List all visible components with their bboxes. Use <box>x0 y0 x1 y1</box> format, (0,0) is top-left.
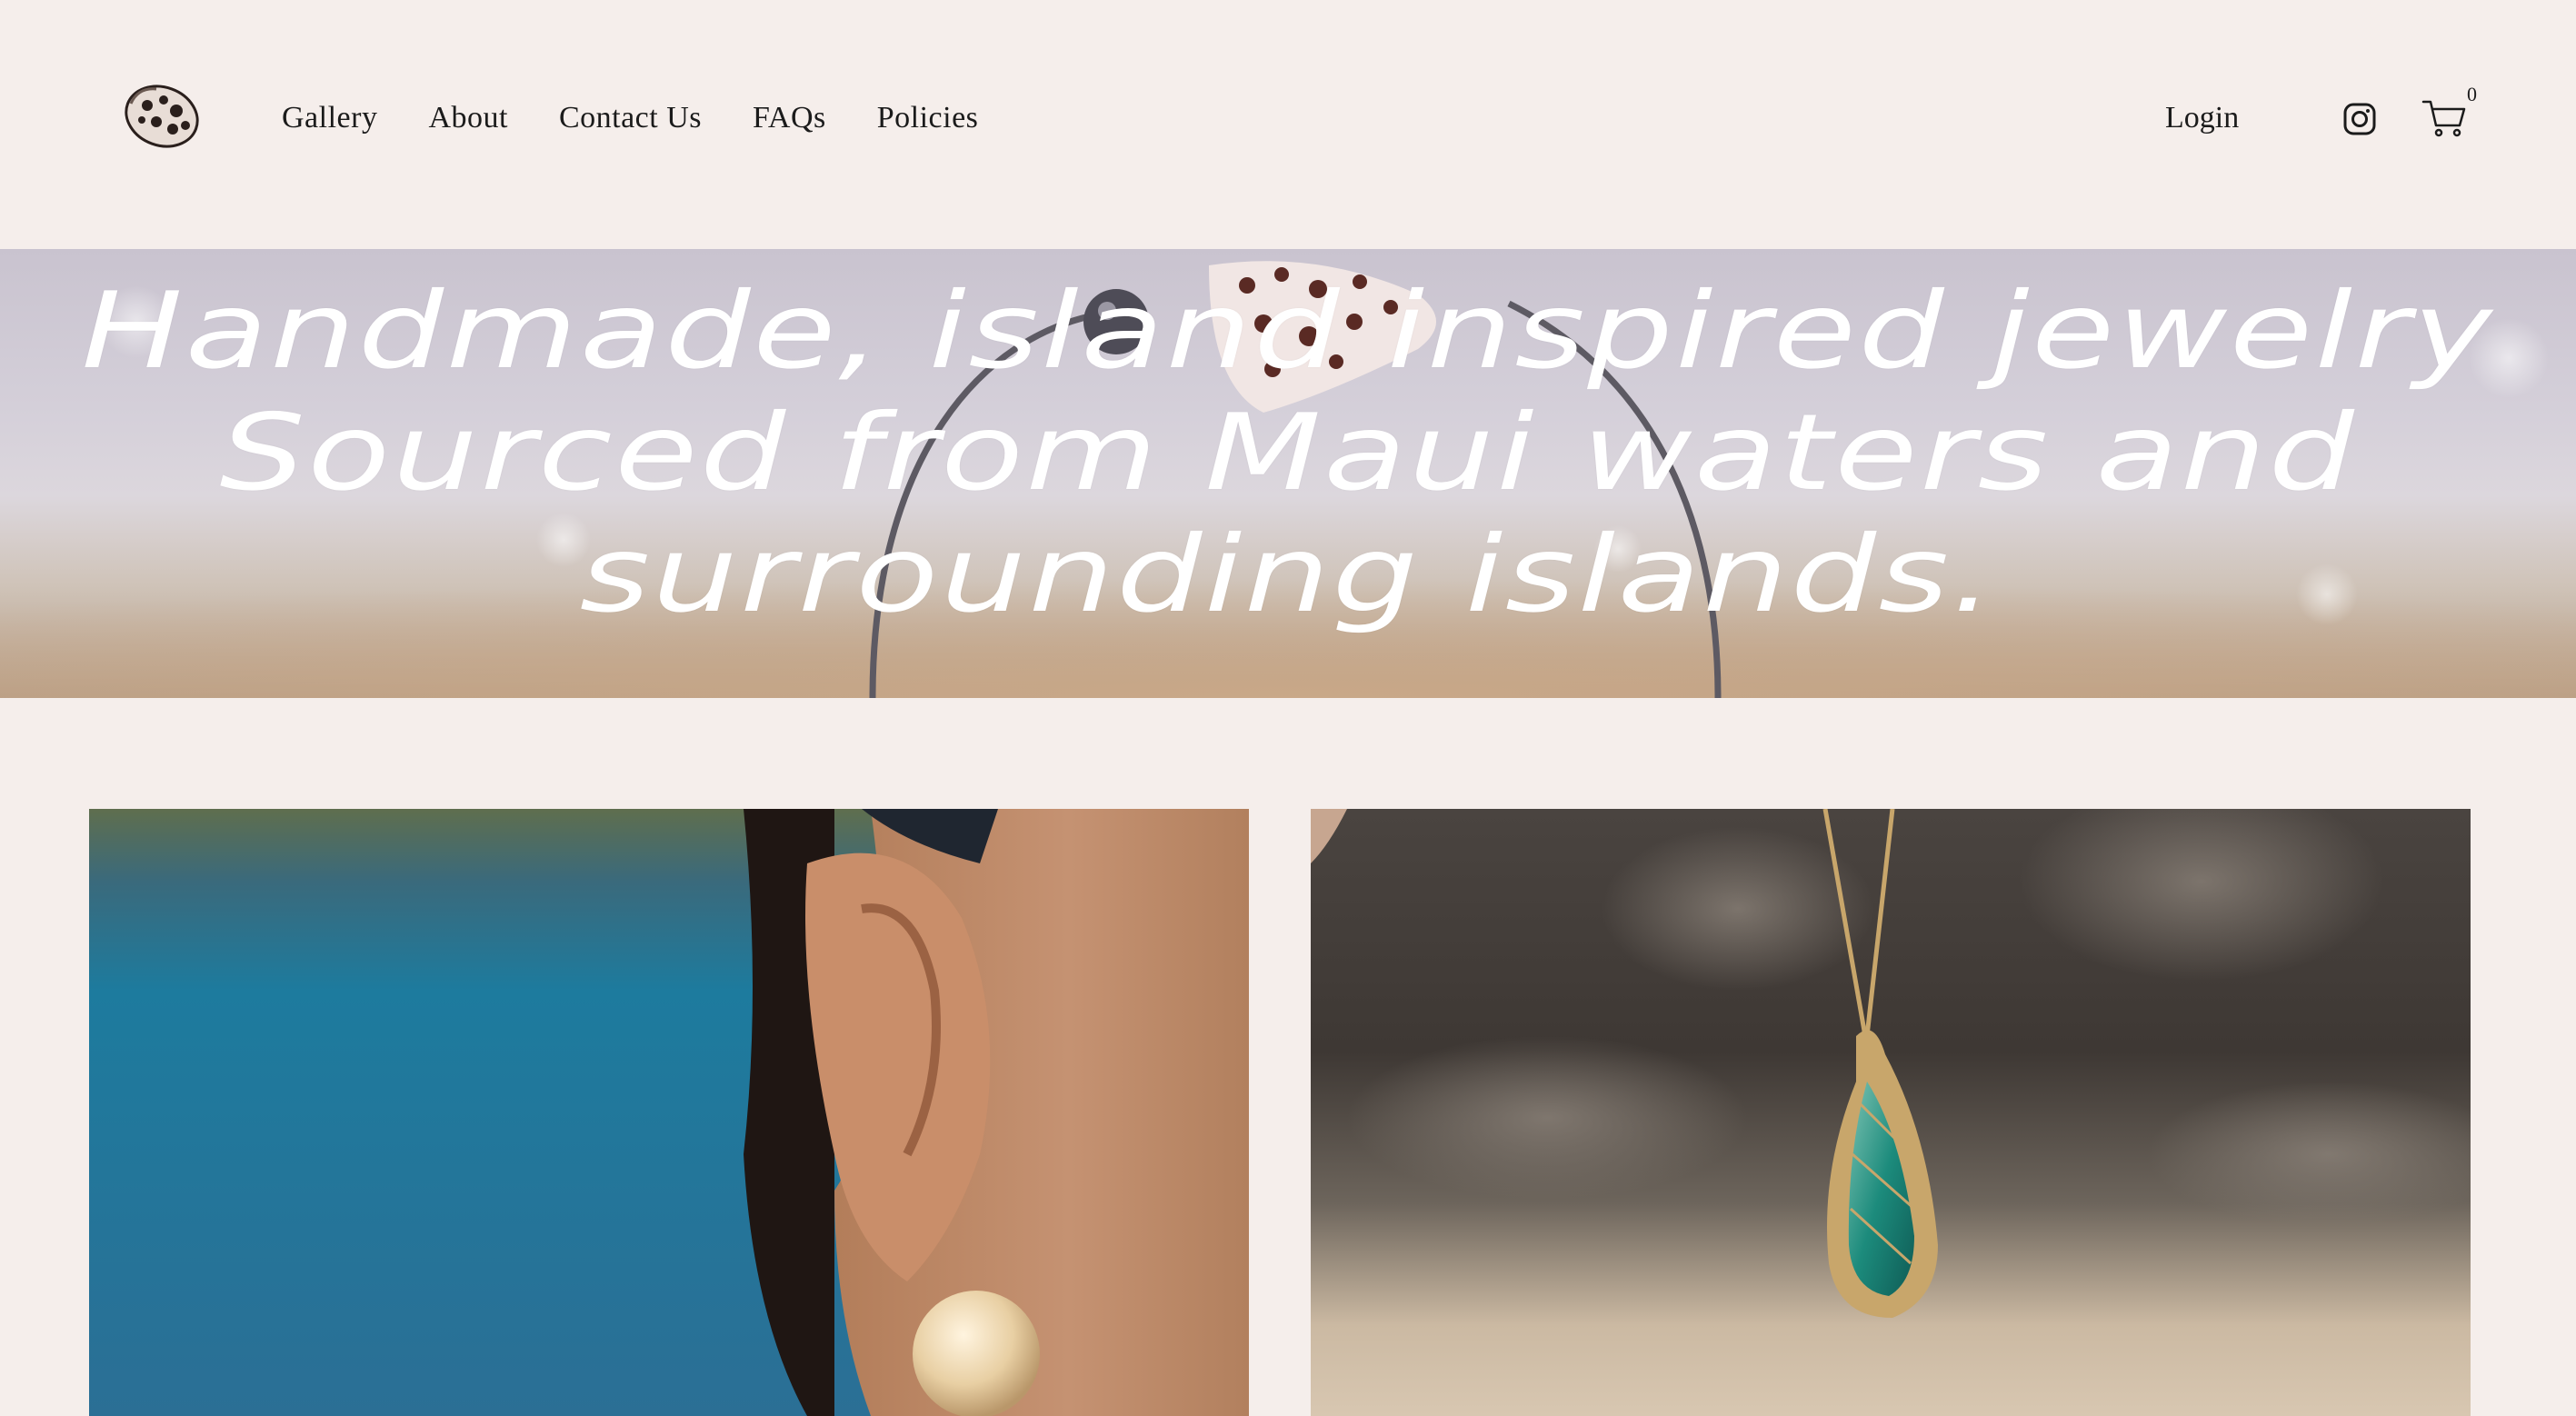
shell-logo-icon[interactable] <box>120 76 202 149</box>
login-link[interactable]: Login <box>2165 95 2239 142</box>
nav-link-faqs[interactable]: FAQs <box>753 95 826 142</box>
hero-title-line: Handmade, island inspired jewelry <box>81 270 2495 393</box>
nav-link-contact-us[interactable]: Contact Us <box>559 95 702 142</box>
hero-title-line: surrounding islands. <box>579 514 1997 636</box>
nav-link-about[interactable]: About <box>428 95 508 142</box>
hero-banner: Handmade, island inspired jewelry Source… <box>0 249 2576 698</box>
product-image-necklace[interactable] <box>1311 809 2471 1416</box>
main-nav: Gallery About Contact Us FAQs Policies <box>282 95 978 142</box>
cart-icon[interactable] <box>2421 98 2467 138</box>
instagram-icon[interactable] <box>2343 103 2376 135</box>
cart-count-badge: 0 <box>2467 83 2477 105</box>
product-image-earring[interactable] <box>89 809 1249 1416</box>
hero-title: Handmade, island inspired jewelry Source… <box>0 271 2576 636</box>
hero-title-line: Sourced from Maui waters and <box>219 392 2357 514</box>
nav-link-gallery[interactable]: Gallery <box>282 95 377 142</box>
site-header: Gallery About Contact Us FAQs Policies L… <box>0 0 2576 249</box>
nav-link-policies[interactable]: Policies <box>877 95 979 142</box>
